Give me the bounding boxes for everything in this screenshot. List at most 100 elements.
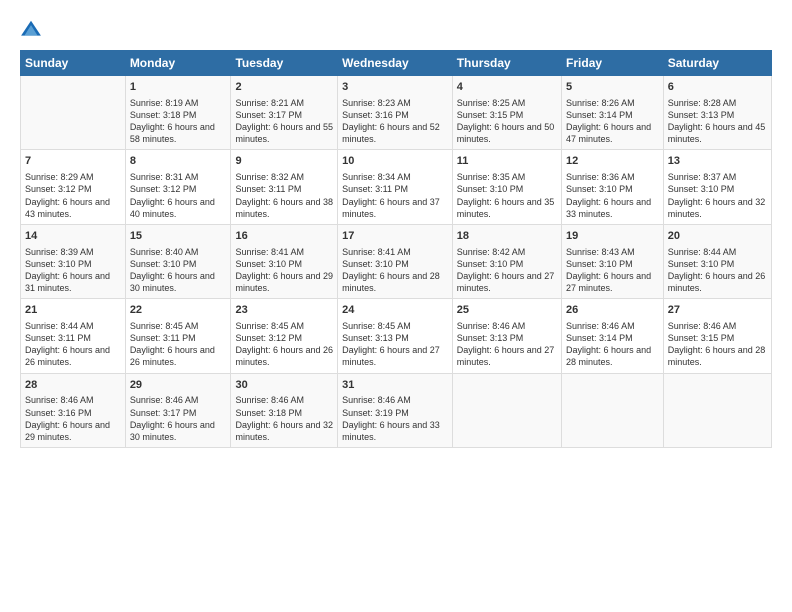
cell-content: 2Sunrise: 8:21 AMSunset: 3:17 PMDaylight… [235,80,333,145]
daylight-text: Daylight: 6 hours and 26 minutes. [25,344,121,368]
sunset-text: Sunset: 3:10 PM [457,183,557,195]
calendar-cell: 22Sunrise: 8:45 AMSunset: 3:11 PMDayligh… [125,299,231,373]
cell-content: 29Sunrise: 8:46 AMSunset: 3:17 PMDayligh… [130,378,227,443]
day-number: 26 [566,303,659,318]
daylight-text: Daylight: 6 hours and 31 minutes. [25,270,121,294]
calendar-cell: 29Sunrise: 8:46 AMSunset: 3:17 PMDayligh… [125,373,231,447]
cell-content: 14Sunrise: 8:39 AMSunset: 3:10 PMDayligh… [25,229,121,294]
day-number: 17 [342,229,448,244]
cell-content: 9Sunrise: 8:32 AMSunset: 3:11 PMDaylight… [235,154,333,219]
sunset-text: Sunset: 3:17 PM [130,407,227,419]
day-number: 19 [566,229,659,244]
calendar-cell: 25Sunrise: 8:46 AMSunset: 3:13 PMDayligh… [452,299,561,373]
day-number: 25 [457,303,557,318]
daylight-text: Daylight: 6 hours and 32 minutes. [235,419,333,443]
sunset-text: Sunset: 3:15 PM [457,109,557,121]
cell-content: 20Sunrise: 8:44 AMSunset: 3:10 PMDayligh… [668,229,767,294]
week-row-1: 7Sunrise: 8:29 AMSunset: 3:12 PMDaylight… [21,150,772,224]
week-row-3: 21Sunrise: 8:44 AMSunset: 3:11 PMDayligh… [21,299,772,373]
daylight-text: Daylight: 6 hours and 33 minutes. [566,196,659,220]
sunrise-text: Sunrise: 8:46 AM [342,394,448,406]
sunset-text: Sunset: 3:18 PM [235,407,333,419]
sunrise-text: Sunrise: 8:41 AM [342,246,448,258]
day-number: 24 [342,303,448,318]
day-number: 23 [235,303,333,318]
sunset-text: Sunset: 3:10 PM [668,183,767,195]
calendar-cell: 31Sunrise: 8:46 AMSunset: 3:19 PMDayligh… [338,373,453,447]
day-number: 16 [235,229,333,244]
logo [20,18,44,40]
day-number: 2 [235,80,333,95]
sunrise-text: Sunrise: 8:37 AM [668,171,767,183]
sunrise-text: Sunrise: 8:46 AM [25,394,121,406]
cell-content: 3Sunrise: 8:23 AMSunset: 3:16 PMDaylight… [342,80,448,145]
calendar-cell: 26Sunrise: 8:46 AMSunset: 3:14 PMDayligh… [562,299,664,373]
cell-content: 1Sunrise: 8:19 AMSunset: 3:18 PMDaylight… [130,80,227,145]
cell-content: 26Sunrise: 8:46 AMSunset: 3:14 PMDayligh… [566,303,659,368]
daylight-text: Daylight: 6 hours and 28 minutes. [668,344,767,368]
daylight-text: Daylight: 6 hours and 37 minutes. [342,196,448,220]
sunset-text: Sunset: 3:14 PM [566,332,659,344]
cell-content: 23Sunrise: 8:45 AMSunset: 3:12 PMDayligh… [235,303,333,368]
sunset-text: Sunset: 3:13 PM [342,332,448,344]
calendar-cell: 11 Sunrise: 8:35 AMSunset: 3:10 PMDayligh… [452,150,561,224]
day-number: 15 [130,229,227,244]
logo-icon [20,18,42,40]
day-number: 30 [235,378,333,393]
cell-content: 11 Sunrise: 8:35 AMSunset: 3:10 PMDayligh… [457,154,557,219]
calendar-cell [21,76,126,150]
sunrise-text: Sunrise: 8:35 AM [457,171,557,183]
daylight-text: Daylight: 6 hours and 47 minutes. [566,121,659,145]
sunset-text: Sunset: 3:10 PM [235,258,333,270]
cell-content: 19Sunrise: 8:43 AMSunset: 3:10 PMDayligh… [566,229,659,294]
cell-content: 27Sunrise: 8:46 AMSunset: 3:15 PMDayligh… [668,303,767,368]
sunset-text: Sunset: 3:17 PM [235,109,333,121]
sunset-text: Sunset: 3:10 PM [342,258,448,270]
calendar-cell [562,373,664,447]
calendar-cell: 21Sunrise: 8:44 AMSunset: 3:11 PMDayligh… [21,299,126,373]
day-number: 22 [130,303,227,318]
daylight-text: Daylight: 6 hours and 30 minutes. [130,270,227,294]
calendar-cell: 8Sunrise: 8:31 AMSunset: 3:12 PMDaylight… [125,150,231,224]
calendar-table: SundayMondayTuesdayWednesdayThursdayFrid… [20,50,772,448]
sunset-text: Sunset: 3:10 PM [668,258,767,270]
daylight-text: Daylight: 6 hours and 50 minutes. [457,121,557,145]
sunrise-text: Sunrise: 8:44 AM [668,246,767,258]
calendar-cell: 12Sunrise: 8:36 AMSunset: 3:10 PMDayligh… [562,150,664,224]
day-number: 6 [668,80,767,95]
daylight-text: Daylight: 6 hours and 55 minutes. [235,121,333,145]
sunrise-text: Sunrise: 8:32 AM [235,171,333,183]
daylight-text: Daylight: 6 hours and 28 minutes. [342,270,448,294]
daylight-text: Daylight: 6 hours and 35 minutes. [457,196,557,220]
header-day-thursday: Thursday [452,51,561,76]
sunset-text: Sunset: 3:14 PM [566,109,659,121]
calendar-cell: 28Sunrise: 8:46 AMSunset: 3:16 PMDayligh… [21,373,126,447]
sunrise-text: Sunrise: 8:46 AM [235,394,333,406]
daylight-text: Daylight: 6 hours and 27 minutes. [457,344,557,368]
sunrise-text: Sunrise: 8:43 AM [566,246,659,258]
day-number: 12 [566,154,659,169]
sunrise-text: Sunrise: 8:23 AM [342,97,448,109]
sunrise-text: Sunrise: 8:19 AM [130,97,227,109]
cell-content: 21Sunrise: 8:44 AMSunset: 3:11 PMDayligh… [25,303,121,368]
sunset-text: Sunset: 3:11 PM [130,332,227,344]
page: SundayMondayTuesdayWednesdayThursdayFrid… [0,0,792,612]
calendar-cell: 3Sunrise: 8:23 AMSunset: 3:16 PMDaylight… [338,76,453,150]
day-number: 11 [457,154,557,169]
daylight-text: Daylight: 6 hours and 43 minutes. [25,196,121,220]
sunrise-text: Sunrise: 8:26 AM [566,97,659,109]
sunrise-text: Sunrise: 8:46 AM [668,320,767,332]
sunrise-text: Sunrise: 8:28 AM [668,97,767,109]
header-day-tuesday: Tuesday [231,51,338,76]
sunset-text: Sunset: 3:12 PM [130,183,227,195]
cell-content: 12Sunrise: 8:36 AMSunset: 3:10 PMDayligh… [566,154,659,219]
daylight-text: Daylight: 6 hours and 27 minutes. [342,344,448,368]
calendar-cell: 15Sunrise: 8:40 AMSunset: 3:10 PMDayligh… [125,224,231,298]
sunset-text: Sunset: 3:12 PM [235,332,333,344]
calendar-cell [452,373,561,447]
header-day-friday: Friday [562,51,664,76]
sunrise-text: Sunrise: 8:46 AM [457,320,557,332]
cell-content: 22Sunrise: 8:45 AMSunset: 3:11 PMDayligh… [130,303,227,368]
daylight-text: Daylight: 6 hours and 33 minutes. [342,419,448,443]
sunset-text: Sunset: 3:11 PM [235,183,333,195]
